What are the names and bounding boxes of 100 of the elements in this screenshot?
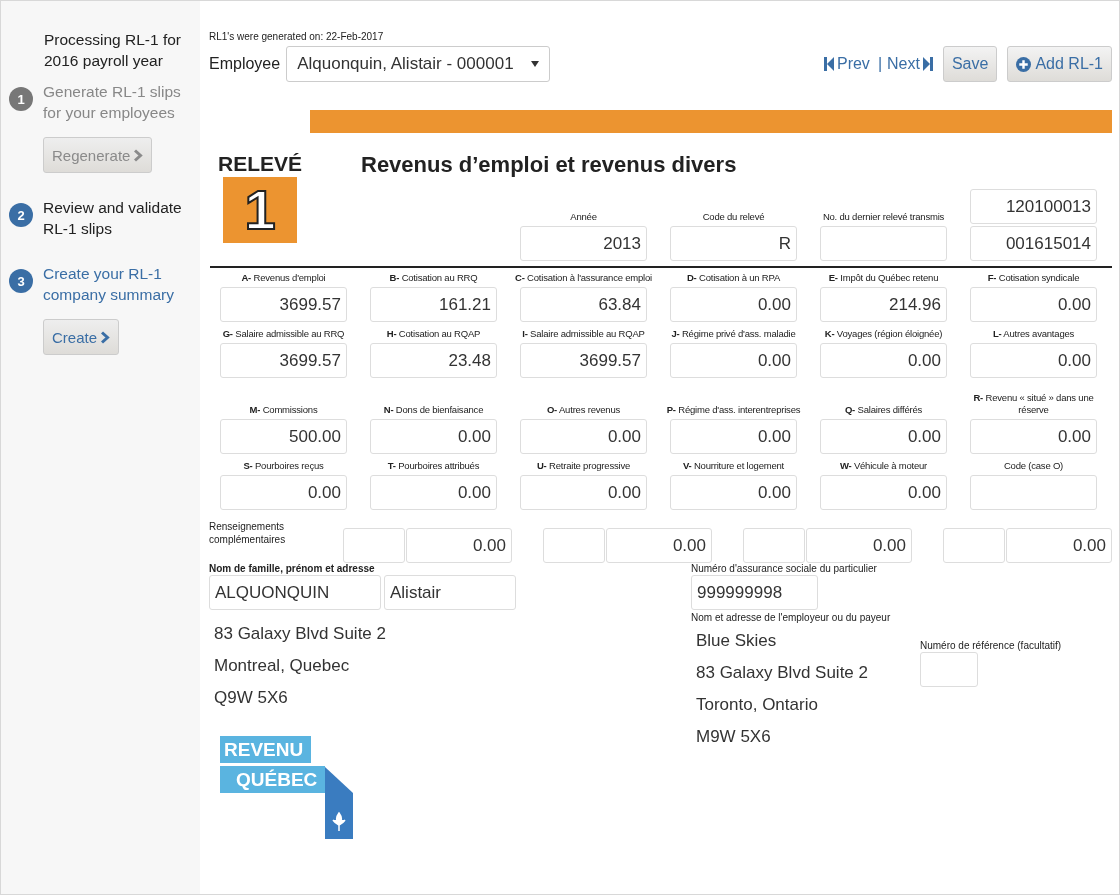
input-field[interactable]: 001615014 — [970, 226, 1097, 261]
field-label: N- Dons de bienfaisance — [382, 404, 485, 416]
address-line: Blue Skies — [696, 630, 778, 652]
caret-icon — [531, 61, 540, 67]
input-field[interactable] — [943, 528, 1005, 563]
input-field[interactable]: 3699.57 — [220, 287, 347, 322]
field-label: F- Cotisation syndicale — [986, 272, 1081, 284]
field-label: Nom et adresse de l'employeur ou du payeur — [691, 612, 892, 623]
field-label: Renseignements complémentaires — [209, 520, 287, 546]
address-line: 83 Galaxy Blvd Suite 2 — [214, 623, 387, 645]
input-field[interactable]: 0.00 — [806, 528, 912, 563]
input-field[interactable]: 0.00 — [820, 343, 947, 378]
input-field[interactable]: 63.84 — [520, 287, 647, 322]
chevron-icon — [134, 148, 144, 162]
step-text: Review and validate RL-1 slips — [43, 198, 183, 239]
chevron-icon — [101, 330, 111, 344]
input-field[interactable]: 0.00 — [670, 287, 797, 322]
badge-word: RELEVÉ — [218, 151, 302, 177]
input-field[interactable]: 3699.57 — [220, 343, 347, 378]
field-label: S- Pourboires reçus — [242, 460, 325, 472]
field-label: Numéro d'assurance sociale du particulier — [691, 563, 878, 574]
input-field[interactable]: 2013 — [520, 226, 647, 261]
input-field[interactable]: 0.00 — [1006, 528, 1112, 563]
address-line: M9W 5X6 — [696, 726, 772, 748]
field-label: U- Retraite progressive — [535, 460, 632, 472]
step-text: Generate RL-1 slips for your employees — [43, 82, 182, 123]
input-field[interactable]: R — [670, 226, 797, 261]
input-field[interactable]: 0.00 — [970, 343, 1097, 378]
input-field[interactable]: 0.00 — [370, 475, 497, 510]
generated-date: RL1's were generated on: 22-Feb-2017 — [209, 31, 385, 42]
field-label: W- Véhicule à moteur — [838, 460, 929, 472]
field-label: K- Voyages (région éloignée) — [823, 328, 944, 340]
field-label: C- Cotisation à l'assurance emploi — [513, 272, 654, 284]
input-field[interactable]: 500.00 — [220, 419, 347, 454]
input-field[interactable] — [543, 528, 605, 563]
field-label: Code du relevé — [701, 211, 766, 223]
input-field[interactable]: 0.00 — [370, 419, 497, 454]
input-field[interactable]: 0.00 — [670, 475, 797, 510]
field-label: Code (case O) — [1002, 460, 1065, 472]
save-button[interactable]: Save — [942, 46, 998, 82]
input-field[interactable] — [743, 528, 805, 563]
input-field[interactable]: 120100013 — [970, 189, 1097, 224]
prev-link[interactable]: Prev — [823, 55, 870, 73]
step-button[interactable]: Create — [43, 319, 120, 355]
logo-word: REVENU — [220, 736, 312, 763]
step-number: 3 — [9, 269, 33, 293]
input-field[interactable]: 161.21 — [370, 287, 497, 322]
field-label: R- Revenu « situé » dans une réserve — [972, 392, 1095, 416]
sidebar-title: Processing RL-1 for 2016 payroll year — [44, 30, 182, 71]
input-field[interactable]: 0.00 — [406, 528, 512, 563]
address-line: 83 Galaxy Blvd Suite 2 — [696, 662, 869, 684]
step-text: Create your RL-1 company summary — [43, 264, 175, 305]
field-label: P- Régime d'ass. interentreprises — [665, 404, 802, 416]
form-title: Revenus d’emploi et revenus divers — [361, 151, 738, 179]
input-field[interactable]: 0.00 — [220, 475, 347, 510]
field-label: L- Autres avantages — [991, 328, 1076, 340]
address-line: Toronto, Ontario — [696, 694, 819, 716]
field-label: Q- Salaires différés — [843, 404, 924, 416]
input-field[interactable]: 0.00 — [606, 528, 712, 563]
employee-label: Employee — [209, 55, 281, 73]
step-number: 1 — [9, 87, 33, 111]
field-label: B- Cotisation au RRQ — [388, 272, 479, 284]
input-field[interactable]: 0.00 — [970, 419, 1097, 454]
input-field[interactable]: 0.00 — [670, 343, 797, 378]
input-field[interactable] — [970, 475, 1097, 510]
separator: | — [877, 55, 883, 73]
employee-select[interactable]: Alquonquin, Alistair - 000001 — [286, 46, 551, 82]
next-link[interactable]: Next — [887, 55, 933, 73]
field-label: I- Salaire admissible au RQAP — [521, 328, 646, 340]
plus-circle-icon — [1016, 56, 1032, 72]
field-label: Année — [569, 211, 598, 223]
field-label: E- Impôt du Québec retenu — [827, 272, 940, 284]
field-label: D- Cotisation à un RPA — [685, 272, 782, 284]
input-field[interactable]: 23.48 — [370, 343, 497, 378]
input-field[interactable]: 0.00 — [520, 419, 647, 454]
step-number: 2 — [9, 203, 33, 227]
field-label: A- Revenus d'emploi — [240, 272, 327, 284]
field-label: H- Cotisation au RQAP — [385, 328, 482, 340]
input-field[interactable]: 214.96 — [820, 287, 947, 322]
input-field[interactable]: 0.00 — [820, 475, 947, 510]
field-label: Nom de famille, prénom et adresse — [209, 563, 376, 574]
field-label: Numéro de référence (facultatif) — [920, 640, 1062, 651]
add-button[interactable]: Add RL-1 — [1007, 46, 1112, 82]
input-field[interactable]: 0.00 — [520, 475, 647, 510]
input-field[interactable] — [920, 652, 978, 687]
input-field[interactable]: 0.00 — [670, 419, 797, 454]
ribbon-icon — [325, 767, 354, 839]
input-field[interactable]: 3699.57 — [520, 343, 647, 378]
input-field[interactable] — [820, 226, 947, 261]
input-field[interactable] — [343, 528, 405, 563]
address-line: Montreal, Quebec — [214, 655, 351, 677]
input-field[interactable]: 0.00 — [970, 287, 1097, 322]
badge-number: 1 — [223, 177, 297, 243]
input-field[interactable]: Alistair — [384, 575, 516, 610]
field-label: No. du dernier relevé transmis — [821, 211, 946, 223]
input-field[interactable]: 0.00 — [820, 419, 947, 454]
field-label: M- Commissions — [248, 404, 319, 416]
input-field[interactable]: ALQUONQUIN — [209, 575, 381, 610]
skip-forward-icon — [922, 57, 933, 71]
input-field[interactable]: 999999998 — [691, 575, 818, 610]
